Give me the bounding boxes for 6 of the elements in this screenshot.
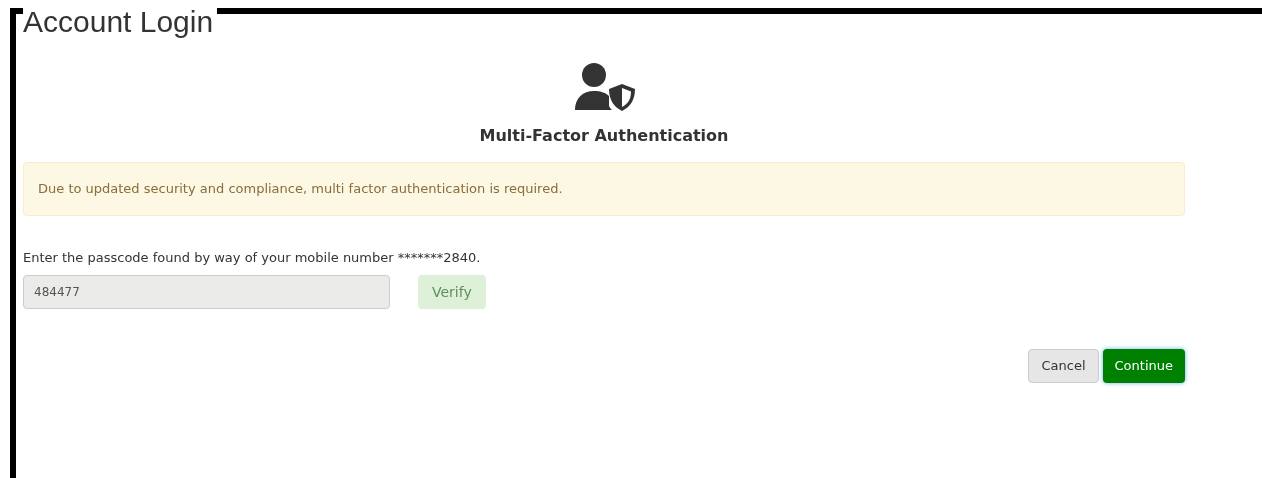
continue-button[interactable]: Continue bbox=[1102, 349, 1185, 383]
section-heading: Multi-Factor Authentication bbox=[479, 125, 729, 147]
cancel-button[interactable]: Cancel bbox=[1028, 349, 1099, 383]
warning-alert: Due to updated security and compliance, multi factor authentication is required. bbox=[23, 162, 1185, 216]
instruction-text: Enter the passcode found by way of your mobile number *******2840. bbox=[23, 248, 482, 267]
user-shield-icon bbox=[573, 62, 635, 112]
